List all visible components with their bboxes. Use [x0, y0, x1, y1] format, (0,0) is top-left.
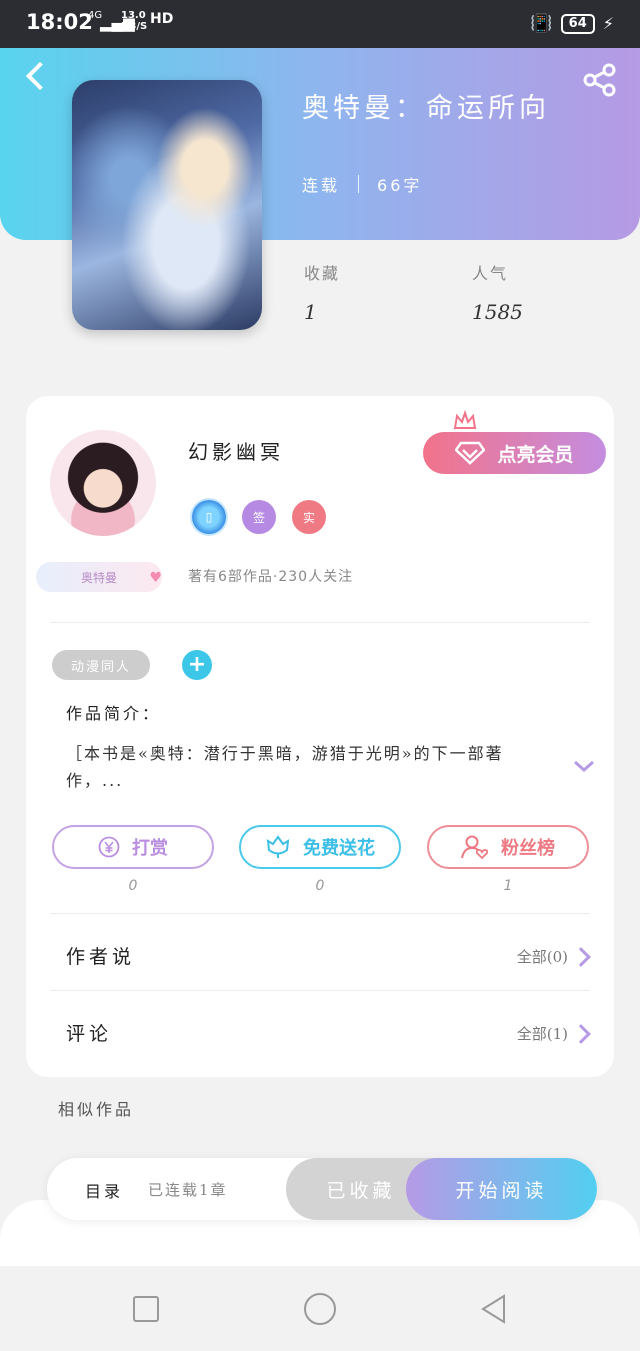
- hd-label: HD: [150, 11, 174, 27]
- toc-button[interactable]: 目录: [85, 1178, 123, 1202]
- vip-button[interactable]: 点亮会员: [423, 432, 606, 474]
- network-indicator: 4G ▂▄▆ 13.0 KB/S HD: [88, 10, 178, 32]
- book-cover[interactable]: [72, 80, 262, 330]
- favorites-label: 收藏: [304, 264, 341, 283]
- author-says-label[interactable]: 作者说: [66, 942, 135, 969]
- system-navbar: [0, 1266, 640, 1351]
- divider: [50, 990, 590, 991]
- chapter-status[interactable]: 已连载1章: [148, 1179, 228, 1200]
- chevron-right-icon: [571, 946, 591, 967]
- author-title-tag: 奥特曼 ♥: [36, 562, 162, 592]
- reward-button[interactable]: 打赏: [52, 825, 214, 869]
- chevron-right-icon: [571, 1023, 591, 1044]
- author-summary: 著有6部作品·230人关注: [188, 569, 354, 585]
- crown-icon: [453, 410, 477, 429]
- charging-icon: ⚡: [602, 14, 614, 33]
- home-icon[interactable]: [304, 1293, 336, 1325]
- network-speed: 13.0 KB/S: [121, 10, 147, 32]
- start-reading-button[interactable]: 开始阅读: [406, 1158, 597, 1220]
- intro-text: ［本书是«奥特：潜行于黑暗，游猎于光明»的下一部著作，...: [66, 744, 504, 790]
- send-flower-button[interactable]: 免费送花: [239, 825, 401, 869]
- author-says-count: 全部(0): [516, 948, 568, 966]
- author-name[interactable]: 幻影幽冥: [188, 436, 284, 465]
- battery-level: 64: [560, 13, 595, 34]
- flower-icon: [266, 835, 290, 858]
- status-time: 18:02: [26, 10, 93, 34]
- intro-label: 作品简介：: [66, 704, 162, 723]
- divider: [50, 913, 590, 914]
- add-tag-button[interactable]: +: [182, 650, 212, 680]
- signed-badge: 签: [242, 500, 276, 534]
- popularity-stat: 人气 1585: [472, 260, 523, 324]
- comments-link[interactable]: 全部(1): [516, 1023, 591, 1044]
- author-says-link[interactable]: 全部(0): [516, 946, 591, 967]
- send-flower-label: 免费送花: [303, 838, 375, 859]
- speed-unit: KB/S: [121, 21, 148, 32]
- share-icon[interactable]: [582, 62, 618, 98]
- author-badges: ▯ 签 实: [192, 500, 326, 534]
- favorites-stat: 收藏 1: [304, 260, 340, 324]
- back-triangle-icon[interactable]: [478, 1293, 510, 1325]
- diamond-icon: [455, 441, 486, 465]
- book-meta: 连载 66字: [302, 172, 422, 196]
- comments-label[interactable]: 评论: [66, 1019, 112, 1046]
- bottom-action-bar: 目录 已连载1章 已收藏 开始阅读: [47, 1158, 597, 1220]
- fan-user-icon: [461, 835, 489, 860]
- similar-works-label: 相似作品: [58, 1100, 135, 1119]
- speed-value: 13.0: [121, 10, 146, 21]
- serial-status: 连载: [302, 176, 341, 195]
- book-detail-card: 幻影幽冥 ▯ 签 实 奥特曼 ♥ 著有6部作品·230人关注 点亮会员 动漫同人…: [26, 396, 614, 1077]
- divider: [50, 622, 590, 623]
- author-tag-text: 奥特曼: [80, 570, 117, 585]
- flower-count: 0: [315, 878, 325, 894]
- realname-badge: 实: [292, 500, 326, 534]
- fan-ranking-label: 粉丝榜: [501, 838, 555, 859]
- phone-verified-icon: ▯: [192, 500, 226, 534]
- meta-divider: [358, 175, 360, 193]
- author-avatar[interactable]: [50, 430, 156, 536]
- yuan-coin-icon: [98, 836, 120, 858]
- vibrate-icon: 📳: [530, 13, 553, 34]
- fan-count: 1: [503, 878, 513, 894]
- book-title: 奥特曼：命运所向: [302, 93, 550, 124]
- comments-count: 全部(1): [516, 1025, 568, 1043]
- chevron-down-icon[interactable]: [572, 756, 596, 776]
- vip-button-label: 点亮会员: [497, 443, 574, 466]
- recents-icon[interactable]: [133, 1296, 159, 1322]
- status-right: 📳 64 ⚡: [530, 13, 614, 34]
- status-bar: 18:02 4G ▂▄▆ 13.0 KB/S HD 📳 64 ⚡: [0, 0, 640, 48]
- popularity-label: 人气: [472, 264, 509, 283]
- popularity-value: 1585: [472, 300, 523, 324]
- genre-tag[interactable]: 动漫同人: [52, 650, 150, 680]
- heart-icon: ♥: [149, 570, 162, 586]
- fan-ranking-button[interactable]: 粉丝榜: [427, 825, 589, 869]
- word-count: 66字: [377, 176, 423, 195]
- back-button[interactable]: [22, 60, 52, 96]
- reward-label: 打赏: [132, 838, 168, 859]
- reward-count: 0: [128, 878, 138, 894]
- favorites-value: 1: [304, 300, 317, 324]
